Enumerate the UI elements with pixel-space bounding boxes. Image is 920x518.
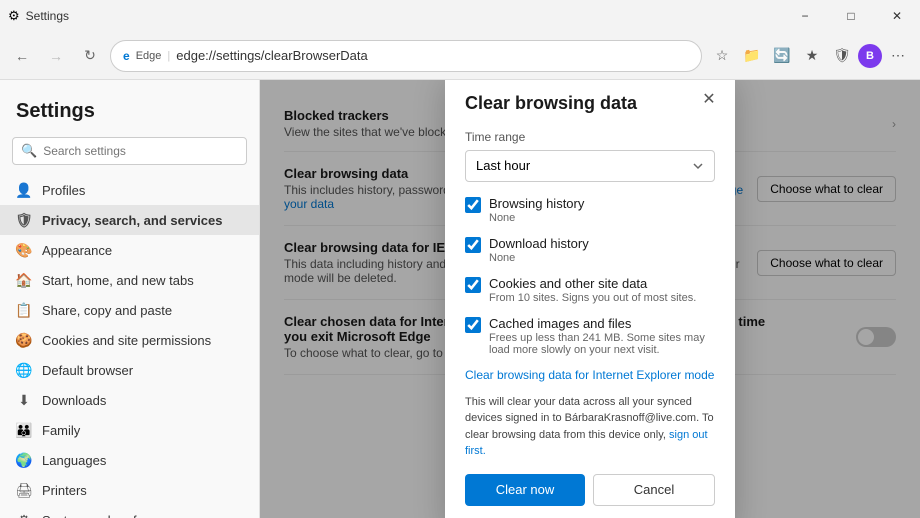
sidebar-item-privacy[interactable]: 🛡 Privacy, search, and services <box>0 205 259 235</box>
browser-toolbar: ← → ↻ e Edge | edge://settings/clearBrow… <box>0 32 920 80</box>
sidebar-item-label: Share, copy and paste <box>42 303 172 318</box>
browser-essentials-button[interactable]: 🛡 <box>828 42 856 70</box>
edge-label: Edge <box>136 50 162 62</box>
download-history-label: Download history None <box>489 236 589 264</box>
main-layout: Settings 🔍 👤 Profiles 🛡 Privacy, search,… <box>0 80 920 518</box>
settings-icon: ⚙ <box>8 8 20 24</box>
system-icon: ⚙ <box>16 512 32 518</box>
search-input[interactable] <box>43 144 238 158</box>
modal-info-text: This will clear your data across all you… <box>465 394 715 460</box>
browsing-history-checkbox-row: Browsing history None <box>465 196 715 224</box>
sidebar: Settings 🔍 👤 Profiles 🛡 Privacy, search,… <box>0 80 260 518</box>
url-text: edge://settings/clearBrowserData <box>176 48 689 63</box>
ie-mode-link[interactable]: Clear browsing data for Internet Explore… <box>465 368 715 382</box>
minimize-button[interactable]: − <box>782 0 828 32</box>
title-bar-left: ⚙ Settings <box>8 8 69 24</box>
family-icon: 👪 <box>16 422 32 438</box>
sidebar-item-family[interactable]: 👪 Family <box>0 415 259 445</box>
sidebar-item-cookies[interactable]: 🍪 Cookies and site permissions <box>0 325 259 355</box>
cookies-label: Cookies and other site data From 10 site… <box>489 276 696 304</box>
sidebar-item-label: Downloads <box>42 393 106 408</box>
cached-images-label-text: Cached images and files <box>489 316 715 331</box>
sidebar-item-label: Appearance <box>42 243 112 258</box>
cached-images-label: Cached images and files Frees up less th… <box>489 316 715 356</box>
title-bar: ⚙ Settings − □ ✕ <box>0 0 920 32</box>
start-home-icon: 🏠 <box>16 272 32 288</box>
browsing-history-sub: None <box>489 212 584 224</box>
sidebar-item-appearance[interactable]: 🎨 Appearance <box>0 235 259 265</box>
refresh-sync-button[interactable]: 🔄 <box>768 42 796 70</box>
browsing-history-checkbox[interactable] <box>465 197 481 213</box>
appearance-icon: 🎨 <box>16 242 32 258</box>
sidebar-item-languages[interactable]: 🌍 Languages <box>0 445 259 475</box>
modal-overlay: Clear browsing data ✕ Time range Last ho… <box>260 80 920 518</box>
sidebar-item-default-browser[interactable]: 🌐 Default browser <box>0 355 259 385</box>
clear-now-button[interactable]: Clear now <box>465 474 585 506</box>
favorites-button[interactable]: ☆ <box>708 42 736 70</box>
edge-logo: e <box>123 49 130 63</box>
collections-button[interactable]: 📁 <box>738 42 766 70</box>
clear-browsing-data-modal: Clear browsing data ✕ Time range Last ho… <box>445 80 735 518</box>
address-bar[interactable]: e Edge | edge://settings/clearBrowserDat… <box>110 40 702 72</box>
downloads-icon: ⬇ <box>16 392 32 408</box>
cancel-button[interactable]: Cancel <box>593 474 715 506</box>
privacy-icon: 🛡 <box>16 212 32 228</box>
extensions-button[interactable]: ⋯ <box>884 42 912 70</box>
languages-icon: 🌍 <box>16 452 32 468</box>
sidebar-title: Settings <box>0 88 259 131</box>
browsing-history-label: Browsing history None <box>489 196 584 224</box>
download-history-sub: None <box>489 252 589 264</box>
cookies-sub: From 10 sites. Signs you out of most sit… <box>489 292 696 304</box>
browsing-history-label-text: Browsing history <box>489 196 584 211</box>
time-range-label: Time range <box>465 130 715 144</box>
profile-avatar[interactable]: B <box>858 44 882 68</box>
profiles-icon: 👤 <box>16 182 32 198</box>
favorites-bar-button[interactable]: ★ <box>798 42 826 70</box>
forward-button[interactable]: → <box>42 42 70 70</box>
cookies-icon: 🍪 <box>16 332 32 348</box>
cookies-checkbox[interactable] <box>465 277 481 293</box>
cookies-checkbox-row: Cookies and other site data From 10 site… <box>465 276 715 304</box>
sidebar-item-label: System and performance <box>42 513 187 518</box>
modal-close-button[interactable]: ✕ <box>697 87 721 111</box>
sidebar-item-share-copy[interactable]: 📋 Share, copy and paste <box>0 295 259 325</box>
refresh-button[interactable]: ↻ <box>76 42 104 70</box>
download-history-checkbox-row: Download history None <box>465 236 715 264</box>
share-copy-icon: 📋 <box>16 302 32 318</box>
sidebar-item-profiles[interactable]: 👤 Profiles <box>0 175 259 205</box>
sidebar-item-label: Languages <box>42 453 106 468</box>
printers-icon: 🖨 <box>16 482 32 498</box>
search-icon: 🔍 <box>21 143 37 159</box>
sidebar-item-downloads[interactable]: ⬇ Downloads <box>0 385 259 415</box>
sidebar-item-label: Profiles <box>42 183 85 198</box>
window-title: Settings <box>26 9 69 23</box>
sidebar-item-start-home[interactable]: 🏠 Start, home, and new tabs <box>0 265 259 295</box>
close-button[interactable]: ✕ <box>874 0 920 32</box>
sidebar-item-label: Cookies and site permissions <box>42 333 211 348</box>
modal-buttons: Clear now Cancel <box>465 474 715 506</box>
modal-title: Clear browsing data <box>465 93 715 114</box>
download-history-checkbox[interactable] <box>465 237 481 253</box>
default-browser-icon: 🌐 <box>16 362 32 378</box>
window-controls: − □ ✕ <box>782 0 920 32</box>
cached-checkbox-row: Cached images and files Frees up less th… <box>465 316 715 356</box>
cached-images-sub: Frees up less than 241 MB. Some sites ma… <box>489 332 715 356</box>
sidebar-item-printers[interactable]: 🖨 Printers <box>0 475 259 505</box>
sidebar-item-label: Default browser <box>42 363 133 378</box>
content-area: Blocked trackers View the sites that we'… <box>260 80 920 518</box>
sidebar-item-system[interactable]: ⚙ System and performance <box>0 505 259 518</box>
maximize-button[interactable]: □ <box>828 0 874 32</box>
sidebar-item-label: Family <box>42 423 80 438</box>
sidebar-item-label: Start, home, and new tabs <box>42 273 194 288</box>
cached-images-checkbox[interactable] <box>465 317 481 333</box>
cookies-label-text: Cookies and other site data <box>489 276 696 291</box>
sidebar-item-label: Printers <box>42 483 87 498</box>
toolbar-icons: ☆ 📁 🔄 ★ 🛡 B ⋯ <box>708 42 912 70</box>
search-box[interactable]: 🔍 <box>12 137 247 165</box>
download-history-label-text: Download history <box>489 236 589 251</box>
back-button[interactable]: ← <box>8 42 36 70</box>
sidebar-item-label: Privacy, search, and services <box>42 213 222 228</box>
time-range-select[interactable]: Last hour Last 24 hours Last 7 days Last… <box>465 150 715 182</box>
